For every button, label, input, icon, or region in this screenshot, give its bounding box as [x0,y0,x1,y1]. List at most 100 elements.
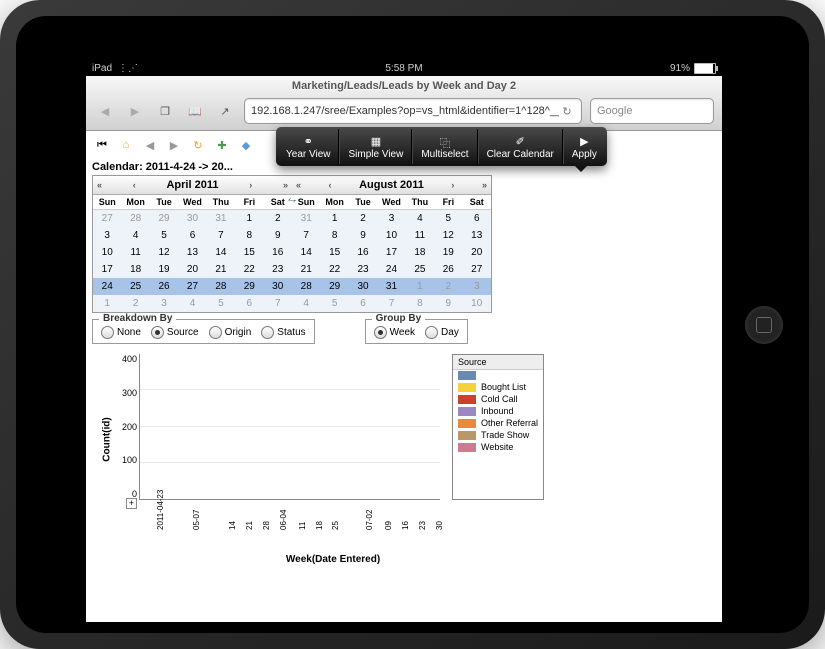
legend-item[interactable]: Bought List [453,381,543,393]
search-field[interactable]: Google [590,98,714,124]
day-cell[interactable]: 18 [121,261,149,278]
day-cell[interactable]: 7 [292,227,320,244]
day-cell[interactable]: 29 [150,210,178,227]
day-cell[interactable]: 28 [292,278,320,295]
day-cell[interactable]: 2 [434,278,462,295]
day-cell[interactable]: 17 [93,261,121,278]
cal-prev-icon[interactable]: ‹ [329,180,332,190]
day-cell[interactable]: 2 [264,210,292,227]
day-cell[interactable]: 27 [463,261,491,278]
share-button[interactable]: ↗ [214,100,236,122]
cal-next-icon[interactable]: › [451,180,454,190]
refresh-icon[interactable]: ↻ [188,135,208,155]
layers-icon[interactable]: ◆ [236,135,256,155]
popup-simple-view[interactable]: ▦Simple View [339,129,412,164]
day-cell[interactable]: 21 [207,261,235,278]
day-cell[interactable]: 16 [264,244,292,261]
day-cell[interactable]: 10 [463,295,491,312]
breakdown-radio-none[interactable]: None [101,326,141,339]
day-cell[interactable]: 16 [349,244,377,261]
day-cell[interactable]: 6 [463,210,491,227]
legend-item[interactable]: Trade Show [453,429,543,441]
popup-year-view[interactable]: ⚭Year View [278,129,339,164]
day-cell[interactable]: 5 [207,295,235,312]
day-cell[interactable]: 5 [150,227,178,244]
day-cell[interactable]: 1 [320,210,348,227]
day-cell[interactable]: 25 [406,261,434,278]
day-cell[interactable]: 14 [292,244,320,261]
day-cell[interactable]: 9 [434,295,462,312]
day-cell[interactable]: 30 [178,210,206,227]
day-cell[interactable]: 4 [178,295,206,312]
legend-item[interactable]: Website [453,441,543,453]
day-cell[interactable]: 27 [93,210,121,227]
groupby-radio-week[interactable]: Week [374,326,415,339]
day-cell[interactable]: 6 [178,227,206,244]
home-icon[interactable]: ⌂ [116,135,136,155]
day-cell[interactable]: 25 [121,278,149,295]
day-cell[interactable]: 29 [320,278,348,295]
day-cell[interactable]: 13 [178,244,206,261]
cal-next-icon[interactable]: › [249,180,252,190]
day-cell[interactable]: 29 [235,278,263,295]
day-cell[interactable]: 1 [93,295,121,312]
back-button[interactable]: ◀ [94,100,116,122]
day-cell[interactable]: 6 [349,295,377,312]
reload-button[interactable]: ↻ [559,105,575,118]
day-cell[interactable]: 27 [178,278,206,295]
calendar-link-icon[interactable]: ⥊ [282,194,302,207]
day-cell[interactable]: 8 [320,227,348,244]
day-cell[interactable]: 14 [207,244,235,261]
day-cell[interactable]: 13 [463,227,491,244]
day-cell[interactable]: 3 [377,210,405,227]
prev-icon[interactable]: ◀ [140,135,160,155]
day-cell[interactable]: 22 [320,261,348,278]
day-cell[interactable]: 10 [93,244,121,261]
day-cell[interactable]: 9 [264,227,292,244]
day-cell[interactable]: 22 [235,261,263,278]
day-cell[interactable]: 5 [434,210,462,227]
popup-apply[interactable]: ▶Apply [563,129,605,164]
day-cell[interactable]: 10 [377,227,405,244]
day-cell[interactable]: 3 [150,295,178,312]
home-button[interactable] [745,306,783,344]
day-cell[interactable]: 4 [292,295,320,312]
day-cell[interactable]: 31 [207,210,235,227]
day-cell[interactable]: 4 [406,210,434,227]
popup-multiselect[interactable]: ⿻Multiselect [412,129,477,164]
forward-button[interactable]: ▶ [124,100,146,122]
day-cell[interactable]: 15 [235,244,263,261]
expand-handle[interactable]: + [126,498,137,509]
day-cell[interactable]: 3 [93,227,121,244]
breakdown-radio-source[interactable]: Source [151,326,199,339]
day-cell[interactable]: 28 [121,210,149,227]
day-cell[interactable]: 30 [349,278,377,295]
day-cell[interactable]: 20 [178,261,206,278]
day-cell[interactable]: 12 [150,244,178,261]
groupby-radio-day[interactable]: Day [425,326,459,339]
breakdown-radio-status[interactable]: Status [261,326,305,339]
day-cell[interactable]: 3 [463,278,491,295]
day-cell[interactable]: 23 [264,261,292,278]
day-cell[interactable]: 24 [377,261,405,278]
cal-first-icon[interactable]: « [97,180,102,190]
day-cell[interactable]: 24 [93,278,121,295]
day-cell[interactable]: 7 [207,227,235,244]
day-cell[interactable]: 21 [292,261,320,278]
legend-item[interactable]: Other Referral [453,417,543,429]
legend-item[interactable]: Inbound [453,405,543,417]
next-icon[interactable]: ▶ [164,135,184,155]
day-cell[interactable]: 18 [406,244,434,261]
day-cell[interactable]: 26 [150,278,178,295]
day-cell[interactable]: 28 [207,278,235,295]
day-cell[interactable]: 19 [150,261,178,278]
cal-prev-icon[interactable]: ‹ [133,180,136,190]
day-cell[interactable]: 11 [121,244,149,261]
cal-first-icon[interactable]: « [296,180,301,190]
day-cell[interactable]: 15 [320,244,348,261]
day-cell[interactable]: 1 [235,210,263,227]
legend-item[interactable]: Cold Call [453,393,543,405]
day-cell[interactable]: 12 [434,227,462,244]
url-field[interactable]: 192.168.1.247/sree/Examples?op=vs_html&i… [244,98,582,124]
day-cell[interactable]: 31 [292,210,320,227]
